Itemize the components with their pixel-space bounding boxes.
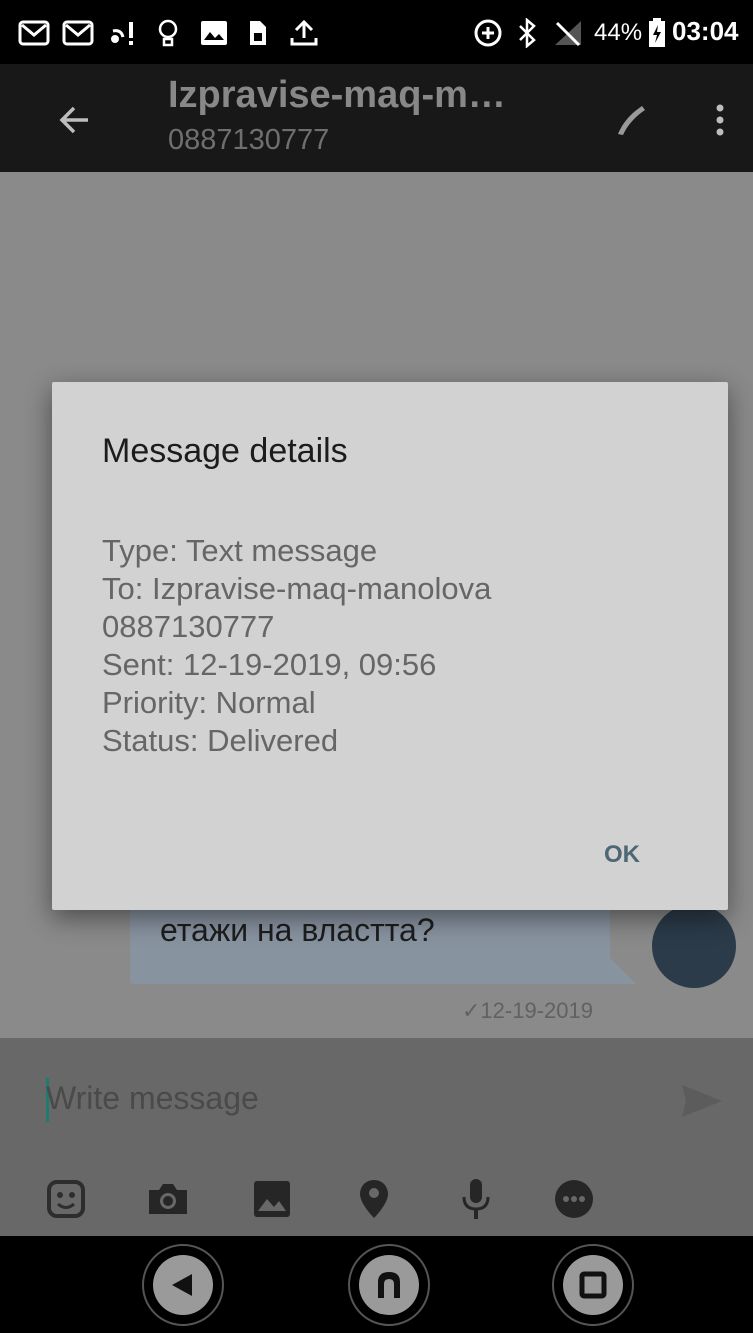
composer: Write message [0, 1038, 753, 1236]
conversation-title[interactable]: Izpravise-maq-m… [168, 74, 506, 117]
ok-button[interactable]: OK [572, 830, 672, 880]
back-arrow-icon[interactable] [46, 92, 102, 148]
nav-recents-button[interactable] [550, 1242, 636, 1328]
lightbulb-icon [150, 18, 186, 48]
battery-charging-icon [646, 18, 668, 48]
nav-home-button[interactable] [346, 1242, 432, 1328]
gmail-icon [16, 18, 52, 48]
location-icon[interactable] [348, 1174, 400, 1224]
conversation-phone-number: 0887130777 [168, 124, 330, 156]
message-timestamp: ✓12-19-2019 [462, 998, 593, 1023]
microphone-icon[interactable] [450, 1174, 502, 1224]
send-icon[interactable] [676, 1076, 728, 1126]
navigation-bar [0, 1236, 753, 1333]
no-signal-icon [550, 18, 586, 48]
avatar[interactable] [652, 904, 736, 988]
data-saver-icon [470, 18, 506, 48]
detail-to: To: Izpravise-maq-manolova [102, 571, 492, 606]
clock: 03:04 [672, 16, 739, 46]
gallery-icon[interactable] [246, 1174, 298, 1224]
message-details-dialog: Message details Type: Text message To: I… [52, 382, 728, 910]
image-icon [196, 18, 232, 48]
upload-icon [284, 18, 324, 48]
more-options-icon[interactable] [548, 1174, 600, 1224]
message-text: етажи на властта? [160, 912, 435, 948]
camera-icon[interactable] [142, 1174, 194, 1224]
app-bar: Izpravise-maq-m… 0887130777 [0, 64, 753, 172]
dialog-body: Type: Text message To: Izpravise-maq-man… [102, 532, 491, 760]
more-vertical-icon[interactable] [700, 92, 740, 148]
battery-percent: 44% [594, 19, 643, 46]
dialog-title: Message details [102, 432, 348, 470]
status-bar: 44% 03:04 [0, 0, 753, 64]
sticker-icon[interactable] [40, 1174, 92, 1224]
phone-icon[interactable] [600, 92, 660, 148]
gmail-icon [60, 18, 96, 48]
bubble-tail [606, 954, 636, 984]
detail-priority: Priority: Normal [102, 685, 316, 720]
detail-status: Status: Delivered [102, 723, 339, 758]
detail-type: Type: Text message [102, 533, 378, 568]
bluetooth-icon [512, 18, 542, 48]
message-input[interactable]: Write message [46, 1080, 259, 1117]
sim-icon [240, 18, 276, 48]
wifi-alert-icon [106, 18, 142, 48]
detail-number: 0887130777 [102, 609, 275, 644]
detail-sent: Sent: 12-19-2019, 09:56 [102, 647, 437, 682]
nav-back-button[interactable] [140, 1242, 226, 1328]
